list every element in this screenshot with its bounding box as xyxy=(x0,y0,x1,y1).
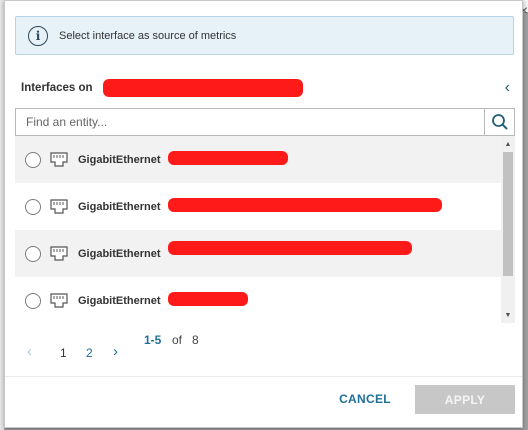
interface-picker-dialog: i Select interface as source of metrics … xyxy=(4,0,523,428)
footer-divider xyxy=(5,376,522,377)
redacted-node-name xyxy=(103,79,303,97)
chevron-left-icon[interactable]: ‹ xyxy=(505,79,510,97)
ethernet-port-icon xyxy=(50,199,68,214)
apply-button[interactable]: APPLY xyxy=(415,385,515,414)
info-icon: i xyxy=(28,25,48,46)
section-title: Interfaces on xyxy=(21,82,93,94)
redacted-interface-id xyxy=(168,292,248,306)
search-icon xyxy=(491,114,508,130)
interface-row[interactable]: GigabitEthernet xyxy=(15,136,501,183)
ethernet-port-icon xyxy=(50,293,68,308)
scrollbar-thumb[interactable] xyxy=(503,152,513,276)
next-page-icon[interactable]: › xyxy=(113,343,118,360)
prev-page-icon[interactable]: ‹ xyxy=(27,343,32,360)
ethernet-port-icon xyxy=(50,246,68,261)
cancel-button[interactable]: CANCEL xyxy=(330,385,400,413)
info-banner: i Select interface as source of metrics xyxy=(15,16,514,55)
search-input[interactable] xyxy=(16,109,484,135)
page-of-label: of xyxy=(172,333,183,347)
interface-radio[interactable] xyxy=(25,292,41,309)
interface-label: GigabitEthernet xyxy=(78,294,161,307)
redacted-interface-id xyxy=(168,151,288,165)
list-scrollbar[interactable]: ▲ ▼ xyxy=(501,136,515,323)
search-button[interactable] xyxy=(484,109,514,135)
interface-radio[interactable] xyxy=(25,151,41,168)
interface-row[interactable]: GigabitEthernet xyxy=(15,277,501,323)
interface-list: GigabitEthernet GigabitEthernet GigabitE… xyxy=(15,136,515,323)
interface-radio[interactable] xyxy=(25,245,41,262)
redacted-interface-id xyxy=(168,241,412,255)
interface-label: GigabitEthernet xyxy=(78,200,161,213)
entity-search xyxy=(15,108,515,136)
info-message: Select interface as source of metrics xyxy=(59,29,237,42)
scroll-down-icon[interactable]: ▼ xyxy=(501,307,515,323)
interface-row[interactable]: GigabitEthernet xyxy=(15,230,501,277)
interface-label: GigabitEthernet xyxy=(78,153,161,166)
interface-label: GigabitEthernet xyxy=(78,247,161,260)
section-header: Interfaces on ‹ xyxy=(21,79,510,97)
ethernet-port-icon xyxy=(50,152,68,167)
redacted-interface-id xyxy=(168,198,442,212)
interface-radio[interactable] xyxy=(25,198,41,215)
interface-row[interactable]: GigabitEthernet xyxy=(15,183,501,230)
total-count: 8 xyxy=(192,333,199,347)
page-1[interactable]: 1 xyxy=(60,346,67,360)
page-range: 1-5 xyxy=(144,333,162,347)
page-2[interactable]: 2 xyxy=(86,346,93,360)
pagination: ‹ 1 2 › 1-5 of 8 xyxy=(23,331,323,361)
scroll-up-icon[interactable]: ▲ xyxy=(501,136,515,152)
